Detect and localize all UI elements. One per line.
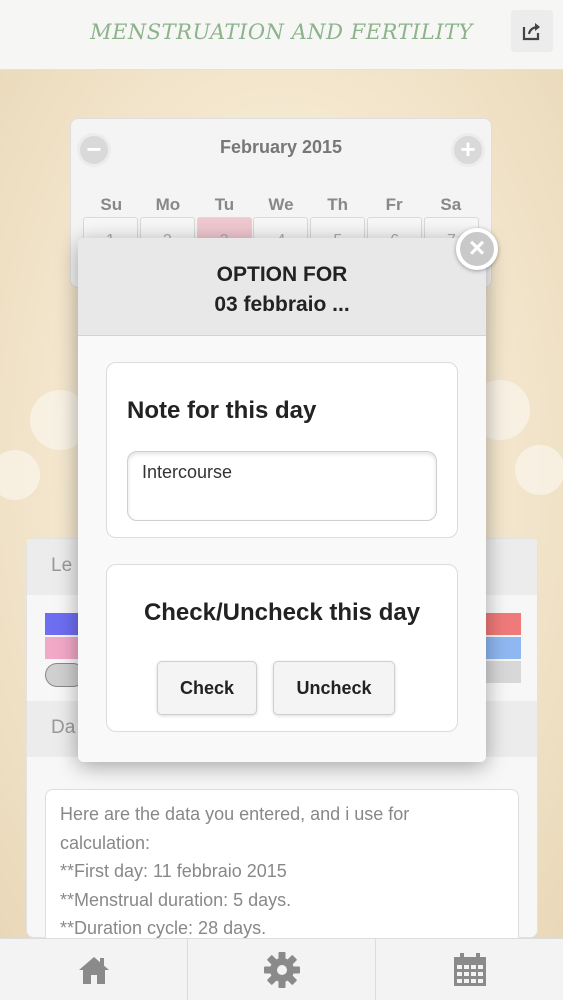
data-summary: Here are the data you entered, and i use… [45, 789, 519, 959]
app-title: MENSTRUATION AND FERTILITY [90, 20, 473, 44]
share-icon [522, 23, 540, 41]
weekday: Th [327, 195, 348, 214]
check-section: Check/Uncheck this day Check Uncheck [106, 564, 458, 732]
close-icon[interactable]: × [456, 228, 498, 270]
nav-settings[interactable] [188, 939, 376, 1000]
nav-home[interactable] [0, 939, 188, 1000]
calendar-month: February 2015 [219, 137, 343, 157]
weekday: Sa [440, 195, 462, 214]
weekday-row: Su Mo Tu We Th Fr Sa [83, 195, 479, 215]
calendar-icon [453, 952, 486, 986]
home-icon [78, 956, 109, 984]
weekday: Su [100, 195, 123, 214]
app-header: MENSTRUATION AND FERTILITY [0, 0, 563, 70]
legend-swatch-grey [481, 661, 521, 683]
weekday: We [268, 195, 294, 214]
check-button[interactable]: Check [157, 661, 257, 715]
nav-calendar[interactable] [376, 939, 563, 1000]
dialog-date: 03 febbraio ... [214, 293, 350, 316]
data-line: calculation: [60, 832, 151, 853]
gear-icon [263, 951, 300, 988]
dialog-title: OPTION FOR [216, 263, 348, 286]
weekday: Tu [214, 195, 235, 214]
data-line: Here are the data you entered, and i use… [60, 804, 410, 824]
note-title: Note for this day [127, 397, 317, 424]
uncheck-button[interactable]: Uncheck [273, 661, 395, 715]
plus-icon[interactable]: + [451, 133, 485, 167]
weekday: Fr [385, 195, 403, 214]
share-button[interactable] [511, 10, 553, 52]
legend-swatch-lightblue [481, 637, 521, 659]
check-title: Check/Uncheck this day [143, 599, 421, 626]
legend-swatch-red [481, 613, 521, 635]
day-options-dialog: OPTION FOR 03 febbraio ... Note for this… [78, 238, 486, 762]
data-line: **First day: 11 febbraio 2015 [60, 861, 287, 881]
dialog-body: Note for this day Intercourse Check/Unch… [78, 336, 486, 762]
data-line: **Menstrual duration: 5 days. [60, 889, 292, 910]
note-input[interactable]: Intercourse [127, 451, 437, 521]
note-section: Note for this day Intercourse [106, 362, 458, 538]
bottom-nav [0, 938, 563, 1000]
dialog-header: OPTION FOR 03 febbraio ... [78, 238, 486, 336]
weekday: Mo [155, 195, 181, 214]
